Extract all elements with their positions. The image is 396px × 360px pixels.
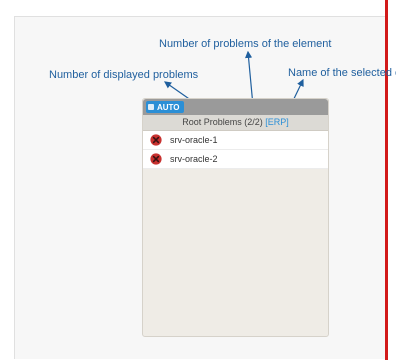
annotation-selected-element-name: Name of the selected e: [288, 67, 396, 79]
problems-panel: AUTO Root Problems (2/2) [ERP] srv-oracl…: [142, 98, 329, 337]
auto-button-label: AUTO: [157, 102, 180, 112]
list-item[interactable]: srv-oracle-2: [143, 150, 328, 169]
panel-header: Root Problems (2/2) [ERP]: [143, 115, 328, 131]
error-circle-icon: [150, 134, 162, 146]
list-item[interactable]: srv-oracle-1: [143, 131, 328, 150]
right-border: [385, 0, 388, 360]
problem-list: srv-oracle-1 srv-oracle-2: [143, 131, 328, 169]
panel-toolbar: AUTO: [143, 99, 328, 115]
auto-button[interactable]: AUTO: [146, 101, 184, 113]
annotation-problems-of-element: Number of problems of the element: [159, 38, 332, 50]
list-item-label: srv-oracle-2: [170, 154, 218, 164]
context-tag[interactable]: [ERP]: [265, 117, 289, 127]
list-item-label: srv-oracle-1: [170, 135, 218, 145]
root-problems-title: Root Problems (2/2): [182, 117, 263, 127]
error-circle-icon: [150, 153, 162, 165]
annotation-displayed-problems: Number of displayed problems: [49, 69, 199, 81]
auto-toggle-icon: [148, 104, 154, 110]
